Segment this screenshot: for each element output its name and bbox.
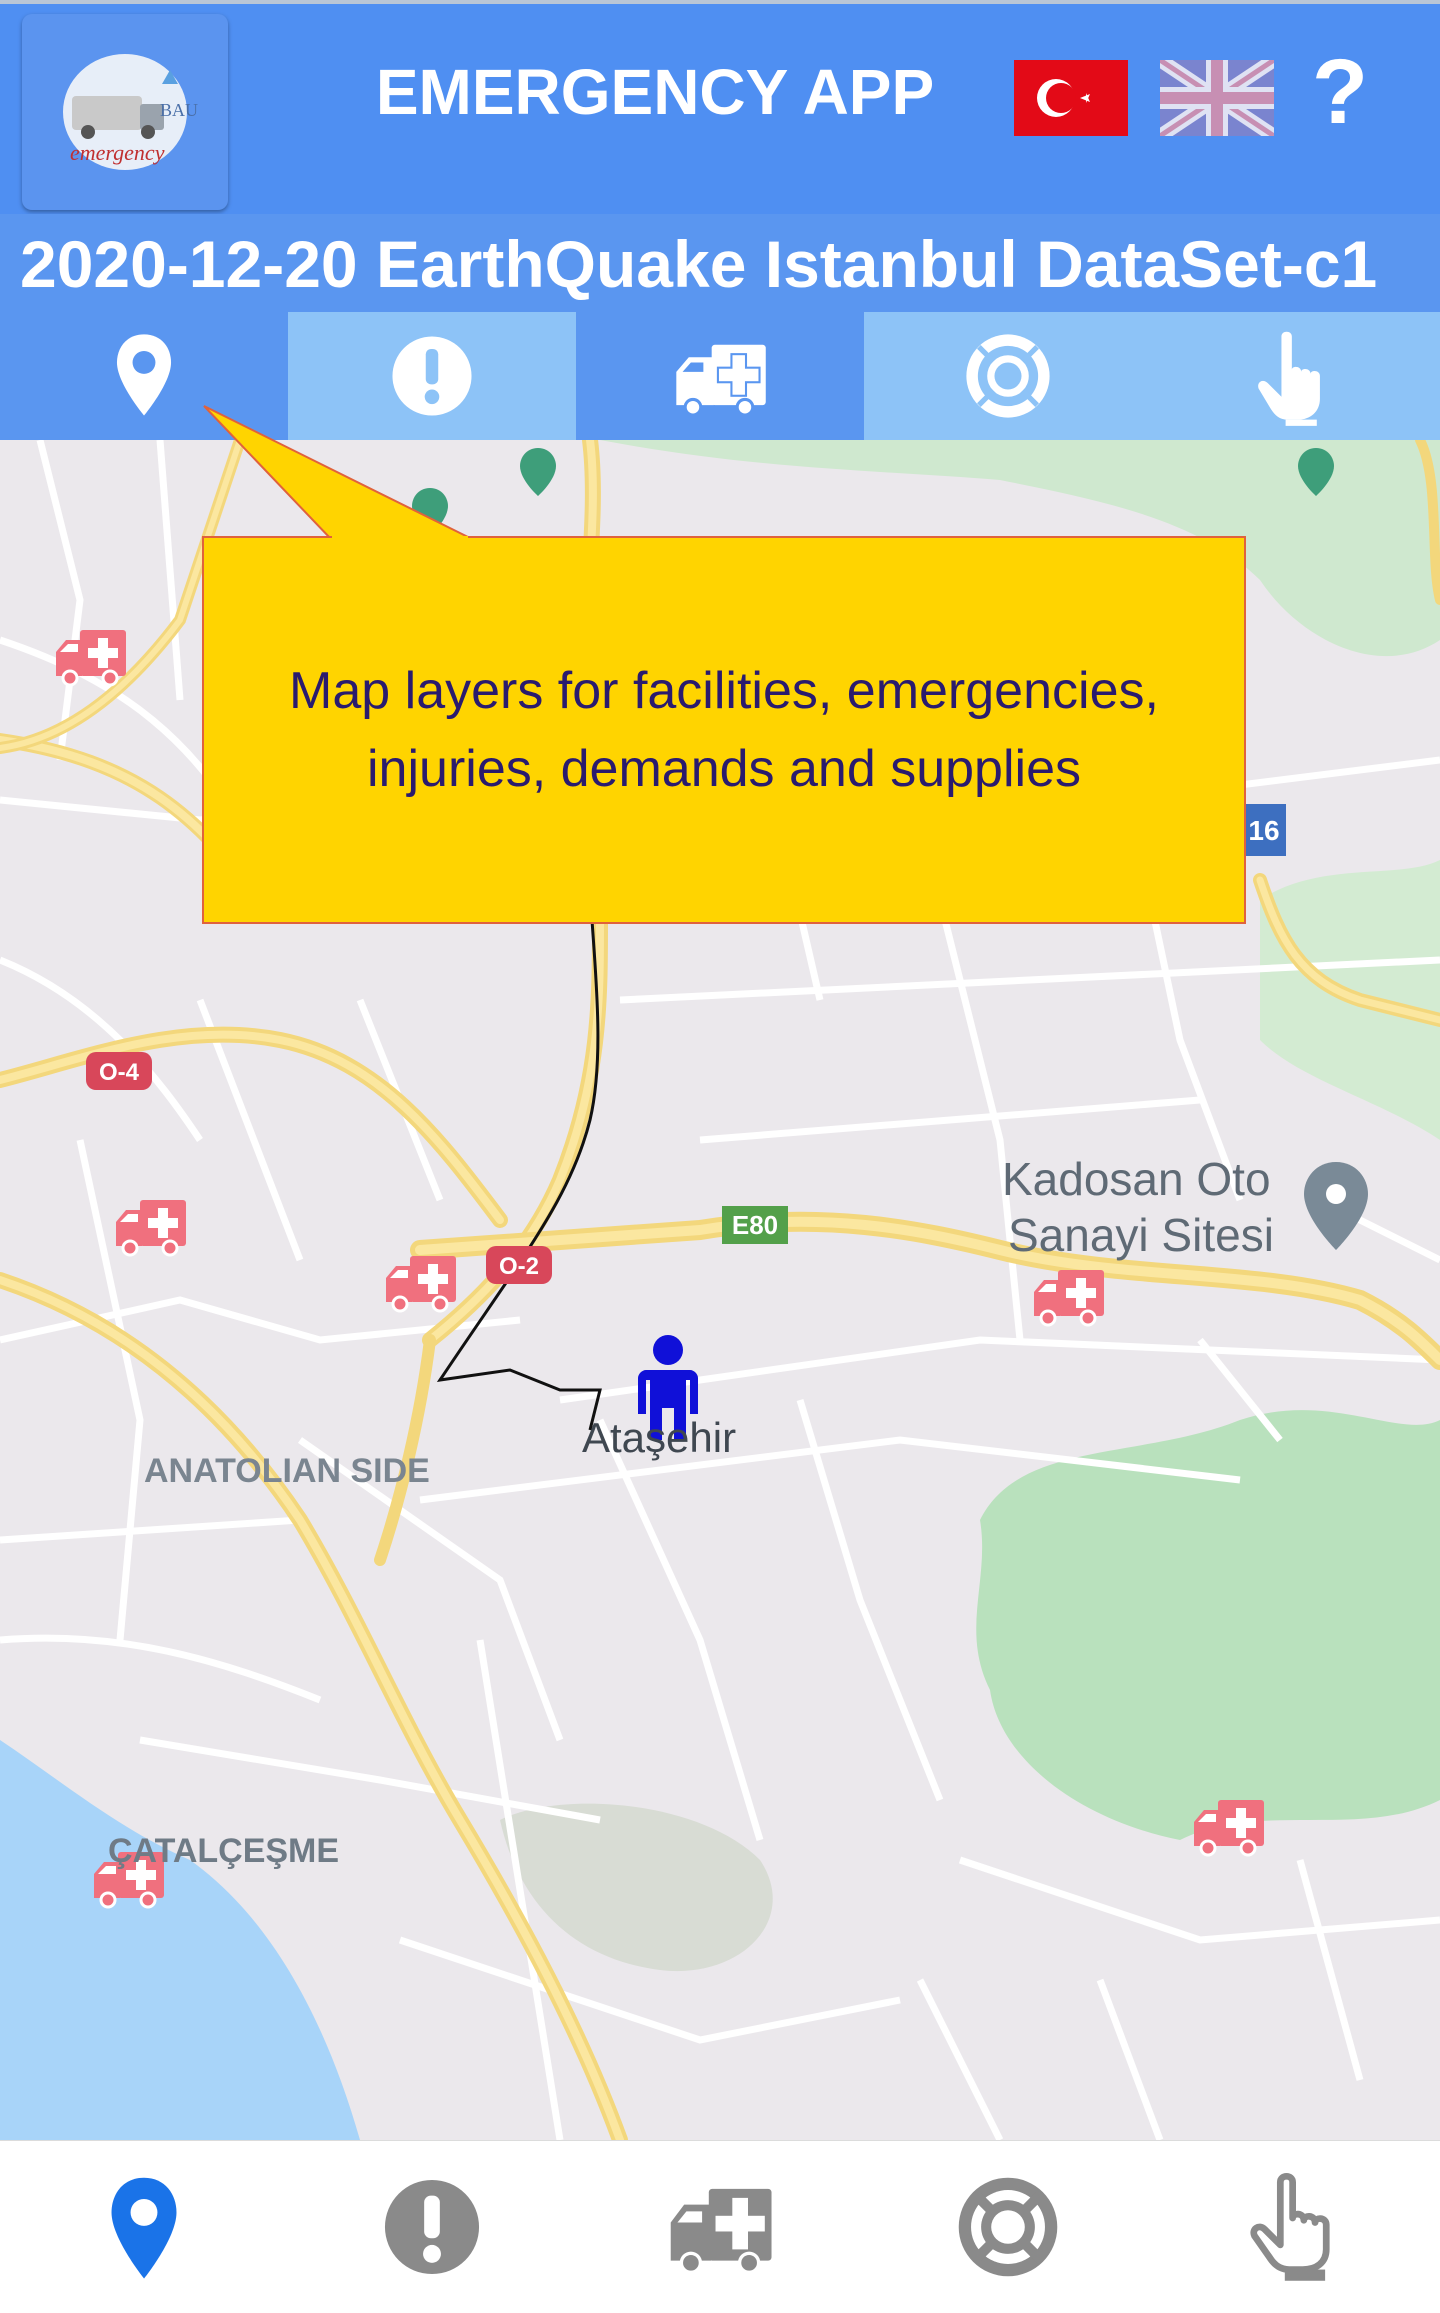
svg-text:O-4: O-4	[99, 1059, 140, 1086]
built-area	[500, 1803, 773, 1972]
road-shield-e80: E80	[722, 1206, 788, 1244]
tooltip-callout: Map layers for facilities, emergencies, …	[202, 536, 1246, 924]
road-shield-o2: O-2	[486, 1246, 552, 1284]
nav-tab-demands[interactable]	[864, 2141, 1152, 2313]
map-label-atasehir: Ataşehir	[582, 1414, 737, 1461]
lifebuoy-icon	[958, 2177, 1058, 2277]
map-label-kadosan-line2: Sanayi Sitesi	[1008, 1209, 1274, 1261]
map-label-kadosan: Kadosan Oto Sanayi Sitesi	[1002, 1154, 1274, 1260]
place-pin-icon[interactable]	[1304, 1162, 1368, 1250]
ambulance-marker[interactable]	[114, 1198, 188, 1257]
nav-tab-supplies[interactable]	[1152, 2141, 1440, 2313]
nav-tab-injuries[interactable]	[576, 2141, 864, 2313]
map-pin-icon	[111, 2177, 177, 2279]
road-shield-o4: O-4	[86, 1052, 152, 1090]
exclamation-icon	[384, 2179, 480, 2275]
tooltip-text: Map layers for facilities, emergencies, …	[289, 662, 1159, 798]
ambulance-icon	[670, 2188, 772, 2275]
hand-pointer-icon	[1250, 2173, 1330, 2281]
nav-tab-facilities[interactable]	[0, 2141, 288, 2313]
map-label-catalcesme: ÇATALÇEŞME	[108, 1832, 340, 1870]
sea-water	[0, 1740, 360, 2140]
bottom-navigation	[0, 2140, 1440, 2313]
map-label-kadosan-line1: Kadosan Oto	[1002, 1153, 1271, 1205]
nav-tab-emergencies[interactable]	[288, 2141, 576, 2313]
map-label-anatolian-side: ANATOLIAN SIDE	[144, 1452, 430, 1490]
svg-text:O-2: O-2	[499, 1253, 539, 1280]
svg-text:E80: E80	[732, 1210, 778, 1240]
ambulance-marker[interactable]	[1032, 1268, 1106, 1327]
ambulance-marker[interactable]	[384, 1254, 458, 1313]
